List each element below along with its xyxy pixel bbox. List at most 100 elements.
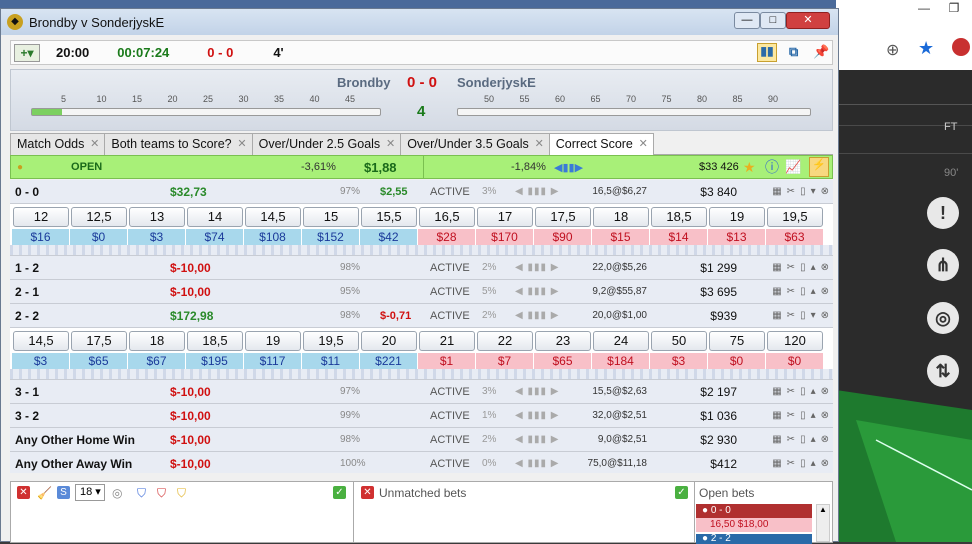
stake-select[interactable]: 18 ▾ xyxy=(75,484,105,501)
chart-icon[interactable]: ▮▮ xyxy=(757,43,777,62)
chart-icon[interactable]: ▦ xyxy=(772,386,781,397)
odds-button[interactable]: 23 xyxy=(535,331,591,351)
tools-icon[interactable]: ✂ xyxy=(787,386,795,397)
column-icon[interactable]: ▯ xyxy=(800,410,806,421)
chart-icon[interactable]: ▦ xyxy=(772,434,781,445)
odds-button[interactable]: 17,5 xyxy=(535,207,591,227)
target-icon[interactable]: ◎ xyxy=(927,302,959,334)
chart-icon[interactable]: ▦ xyxy=(772,310,781,321)
odds-button[interactable]: 22 xyxy=(477,331,533,351)
odds-button[interactable]: 75 xyxy=(709,331,765,351)
info-icon[interactable]: ⓘ xyxy=(765,157,779,177)
ladder-arrows-icon[interactable]: ◀ ▮▮▮ ▶ xyxy=(515,386,559,397)
selection-row[interactable]: 2 - 1 $-10,00 95% ACTIVE 5% 9,2@$55,87 $3 695 ◀… xyxy=(10,280,833,304)
share-icon[interactable]: ⋔ xyxy=(927,249,959,281)
tools-icon[interactable]: ✂ xyxy=(787,410,795,421)
tools-icon[interactable]: ✂ xyxy=(787,186,795,197)
tools-icon[interactable]: ✂ xyxy=(787,310,795,321)
odds-button[interactable]: 14,5 xyxy=(13,331,69,351)
close-icon[interactable]: ⊗ xyxy=(821,310,829,321)
close-icon[interactable]: ⊗ xyxy=(821,386,829,397)
close-tab-icon[interactable]: ✕ xyxy=(90,134,99,154)
close-icon[interactable]: ⊗ xyxy=(821,434,829,445)
column-icon[interactable]: ▯ xyxy=(800,386,806,397)
ladder-arrows-icon[interactable]: ◀ ▮▮▮ ▶ xyxy=(515,434,559,445)
tab-over-under-3-5-goals[interactable]: Over/Under 3.5 Goals ✕ xyxy=(400,133,550,155)
confirm-checkbox[interactable]: ✓ xyxy=(333,486,346,499)
close-icon[interactable]: ⊗ xyxy=(821,262,829,273)
odds-button[interactable]: 12 xyxy=(13,207,69,227)
expand-icon[interactable]: ▾ xyxy=(811,186,816,197)
expand-icon[interactable]: ▴ xyxy=(811,434,816,445)
tools-icon[interactable]: ✂ xyxy=(787,262,795,273)
odds-button[interactable]: 17 xyxy=(477,207,533,227)
odds-button[interactable]: 17,5 xyxy=(71,331,127,351)
selection-row[interactable]: 2 - 2 $172,98 98% $-0,71 ACTIVE 2% 20,0@$1,00 $… xyxy=(10,304,833,328)
chart-icon[interactable]: ▦ xyxy=(772,262,781,273)
add-market-icon[interactable]: +▾ xyxy=(14,43,40,62)
close-icon[interactable]: ⊗ xyxy=(821,410,829,421)
new-window-icon[interactable]: ⧉ xyxy=(789,44,798,60)
odds-button[interactable]: 12,5 xyxy=(71,207,127,227)
ladder-arrows-icon[interactable]: ◀ ▮▮▮ ▶ xyxy=(515,410,559,421)
ladder-arrows-icon[interactable]: ◀ ▮▮▮ ▶ xyxy=(515,186,559,197)
expand-icon[interactable]: ▴ xyxy=(811,262,816,273)
favourite-star-icon[interactable]: ★ xyxy=(743,159,756,176)
odds-button[interactable]: 18 xyxy=(129,331,185,351)
selection-row[interactable]: 0 - 0 $32,73 97% $2,55 ACTIVE 3% 16,5@$6,27 $3 … xyxy=(10,180,833,204)
close-tab-icon[interactable]: ✕ xyxy=(386,134,395,154)
cancel-unmatched-icon[interactable]: ✕ xyxy=(361,486,374,499)
odds-button[interactable]: 16,5 xyxy=(419,207,475,227)
selection-row[interactable]: Any Other Home Win $-10,00 98% ACTIVE 2% 9,0@… xyxy=(10,428,833,452)
close-icon[interactable]: ⊗ xyxy=(821,186,829,197)
restore-icon[interactable]: ❐ xyxy=(940,0,968,18)
pin-icon[interactable]: 📌 xyxy=(813,44,829,60)
shield-yellow-icon[interactable]: ⛉ xyxy=(177,486,186,501)
odds-button[interactable]: 19,5 xyxy=(303,331,359,351)
alert-icon[interactable]: ! xyxy=(927,197,959,229)
odds-button[interactable]: 120 xyxy=(767,331,823,351)
ladder-arrows-icon[interactable]: ◀ ▮▮▮ ▶ xyxy=(515,262,559,273)
broom-icon[interactable]: 🧹 xyxy=(37,486,52,500)
close-tab-icon[interactable]: ✕ xyxy=(237,134,246,154)
close-tab-icon[interactable]: ✕ xyxy=(535,134,544,154)
bookmark-star-icon[interactable]: ★ xyxy=(918,38,934,59)
odds-button[interactable]: 14 xyxy=(187,207,243,227)
close-icon[interactable]: ⊗ xyxy=(821,458,829,469)
odds-button[interactable]: 24 xyxy=(593,331,649,351)
tab-correct-score[interactable]: Correct Score ✕ xyxy=(548,133,654,156)
expand-icon[interactable]: ▴ xyxy=(811,458,816,469)
close-icon[interactable]: ⊗ xyxy=(821,286,829,297)
column-icon[interactable]: ▯ xyxy=(800,286,806,297)
maximize-button[interactable]: □ xyxy=(760,12,786,29)
expand-icon[interactable]: ▴ xyxy=(811,410,816,421)
expand-icon[interactable]: ▴ xyxy=(811,286,816,297)
column-icon[interactable]: ▯ xyxy=(800,458,806,469)
close-button[interactable]: ✕ xyxy=(786,12,830,29)
ladder-arrows-icon[interactable]: ◀ ▮▮▮ ▶ xyxy=(515,310,559,321)
selection-row[interactable]: 3 - 1 $-10,00 97% ACTIVE 3% 15,5@$2,63 $2 197 ◀… xyxy=(10,380,833,404)
ladder-arrows-icon[interactable]: ◀ ▮▮▮ ▶ xyxy=(515,286,559,297)
odds-button[interactable]: 14,5 xyxy=(245,207,301,227)
open-bet-header-2[interactable]: ● 2 - 2 xyxy=(696,534,812,544)
tools-icon[interactable]: ✂ xyxy=(787,458,795,469)
open-bet-header[interactable]: ● 0 - 0 xyxy=(696,504,812,518)
lightning-icon[interactable]: ⚡ xyxy=(809,157,829,177)
odds-button[interactable]: 13 xyxy=(129,207,185,227)
chart-icon[interactable]: ▦ xyxy=(772,458,781,469)
expand-icon[interactable]: ▾ xyxy=(811,310,816,321)
unmatched-checkbox[interactable]: ✓ xyxy=(675,486,688,499)
odds-button[interactable]: 19 xyxy=(709,207,765,227)
shield-blue-icon[interactable]: ⛉ xyxy=(137,486,146,501)
settings-s-icon[interactable]: S xyxy=(57,486,70,499)
zoom-icon[interactable]: ⊕ xyxy=(886,40,899,60)
selection-row[interactable]: 3 - 2 $-10,00 99% ACTIVE 1% 32,0@$2,51 $1 036 ◀… xyxy=(10,404,833,428)
column-icon[interactable]: ▯ xyxy=(800,262,806,273)
avatar[interactable] xyxy=(952,38,970,56)
selection-row[interactable]: 1 - 2 $-10,00 98% ACTIVE 2% 22,0@$5,26 $1 299 ◀… xyxy=(10,256,833,280)
tab-match-odds[interactable]: Match Odds ✕ xyxy=(10,133,106,155)
selection-row[interactable]: Any Other Away Win $-10,00 100% ACTIVE 0% 75,… xyxy=(10,452,833,473)
shield-red-icon[interactable]: ⛉ xyxy=(157,486,166,501)
column-icon[interactable]: ▯ xyxy=(800,310,806,321)
column-icon[interactable]: ▯ xyxy=(800,186,806,197)
